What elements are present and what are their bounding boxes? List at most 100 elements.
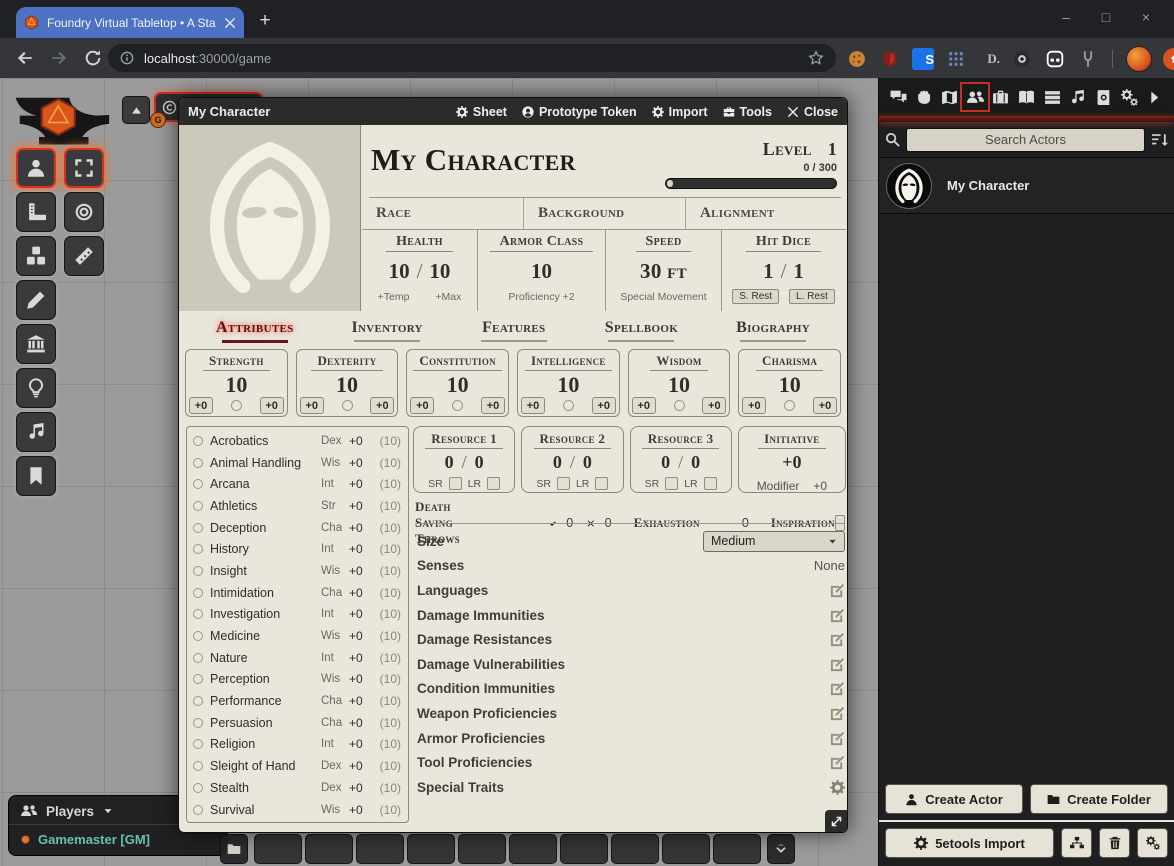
resource-label[interactable]: Resource 3: [642, 431, 720, 449]
edit-icon[interactable]: [830, 583, 845, 598]
resource-value[interactable]: 0: [553, 452, 562, 473]
bookmark-star-icon[interactable]: [808, 50, 824, 66]
browser-update-button[interactable]: [1163, 48, 1174, 70]
skill-name[interactable]: Performance: [210, 694, 321, 708]
ability-score[interactable]: 10: [186, 372, 287, 398]
actors-tab[interactable]: [963, 85, 987, 109]
skill-name[interactable]: Medicine: [210, 629, 321, 643]
short-rest-button[interactable]: S. Rest: [732, 289, 779, 304]
macro-slot[interactable]: [611, 834, 659, 864]
hit-dice-max[interactable]: 1: [793, 259, 804, 284]
skill-proficiency-radio[interactable]: [193, 696, 203, 706]
ability-score[interactable]: 10: [629, 372, 730, 398]
ability-check-mod[interactable]: +0: [481, 397, 505, 414]
create-actor-button[interactable]: Create Actor: [885, 784, 1023, 814]
skill-proficiency-radio[interactable]: [193, 631, 203, 641]
ability-proficiency-radio[interactable]: [563, 400, 574, 411]
window-header-button[interactable]: Sheet: [456, 105, 507, 119]
character-portrait[interactable]: [179, 125, 361, 311]
ability-score[interactable]: 10: [407, 372, 508, 398]
token-tool[interactable]: [16, 148, 56, 188]
skill-name[interactable]: Survival: [210, 803, 321, 817]
skill-proficiency-radio[interactable]: [193, 566, 203, 576]
skill-name[interactable]: Deception: [210, 521, 321, 535]
settings-tab[interactable]: [1117, 85, 1141, 109]
drawing-tool[interactable]: [16, 280, 56, 320]
skill-proficiency-radio[interactable]: [193, 544, 203, 554]
skill-row[interactable]: Acrobatics Dex +0 (10): [193, 430, 401, 452]
skill-row[interactable]: Insight Wis +0 (10): [193, 560, 401, 582]
edit-icon[interactable]: [830, 706, 845, 721]
ability-score[interactable]: 10: [739, 372, 840, 398]
extension-icon[interactable]: [1011, 48, 1033, 70]
speed-value[interactable]: 30 ft: [640, 259, 687, 284]
folder-tree-button[interactable]: [1061, 828, 1092, 858]
hp-current[interactable]: 10: [389, 259, 410, 284]
skill-proficiency-radio[interactable]: [193, 761, 203, 771]
skill-proficiency-radio[interactable]: [193, 783, 203, 793]
skill-proficiency-radio[interactable]: [193, 739, 203, 749]
skill-name[interactable]: Insight: [210, 564, 321, 578]
window-minimize-button[interactable]: –: [1046, 9, 1086, 25]
window-close-button[interactable]: ×: [1126, 9, 1166, 25]
tables-tab[interactable]: [1040, 85, 1064, 109]
skill-proficiency-radio[interactable]: [193, 479, 203, 489]
items-tab[interactable]: [989, 85, 1013, 109]
skill-name[interactable]: Acrobatics: [210, 434, 321, 448]
ruler-tool[interactable]: [16, 192, 56, 232]
edit-icon[interactable]: [830, 657, 845, 672]
xp-text[interactable]: 0 / 300: [665, 162, 837, 174]
sr-checkbox[interactable]: [449, 477, 462, 490]
trait-select[interactable]: Medium: [703, 531, 845, 552]
edit-icon[interactable]: [830, 681, 845, 696]
skill-proficiency-radio[interactable]: [193, 718, 203, 728]
ability-proficiency-radio[interactable]: [674, 400, 685, 411]
actor-avatar[interactable]: [886, 163, 932, 209]
actor-name[interactable]: My Character: [947, 178, 1029, 193]
sort-icon[interactable]: [1151, 131, 1168, 148]
skill-row[interactable]: Medicine Wis +0 (10): [193, 625, 401, 647]
skill-name[interactable]: History: [210, 542, 321, 556]
resource-max[interactable]: 0: [583, 452, 592, 473]
skill-row[interactable]: Religion Int +0 (10): [193, 734, 401, 756]
skill-row[interactable]: Perception Wis +0 (10): [193, 669, 401, 691]
ability-check-mod[interactable]: +0: [370, 397, 394, 414]
resource-label[interactable]: Resource 1: [425, 431, 503, 449]
browser-tab[interactable]: Foundry Virtual Tabletop • A Stan: [16, 7, 244, 38]
combat-tab[interactable]: [912, 85, 936, 109]
new-tab-button[interactable]: +: [252, 8, 278, 34]
extension-icon[interactable]: D.: [978, 48, 1000, 70]
skill-row[interactable]: Nature Int +0 (10): [193, 647, 401, 669]
create-folder-button[interactable]: Create Folder: [1030, 784, 1168, 814]
ability-save-mod[interactable]: +0: [300, 397, 324, 414]
edit-icon[interactable]: [830, 731, 845, 746]
extension-icon[interactable]: S: [912, 48, 934, 70]
ability-proficiency-radio[interactable]: [784, 400, 795, 411]
compendium-tab[interactable]: [1092, 85, 1116, 109]
dice-tool[interactable]: [16, 236, 56, 276]
scenes-tab[interactable]: [937, 85, 961, 109]
extension-icon[interactable]: [945, 48, 967, 70]
window-resize-handle[interactable]: [825, 810, 847, 832]
sr-checkbox[interactable]: [557, 477, 570, 490]
collapse-sidebar-tab[interactable]: [1143, 85, 1167, 109]
window-header-button[interactable]: Close: [787, 105, 838, 119]
nav-collapse-button[interactable]: [122, 96, 150, 124]
forward-button[interactable]: [50, 49, 68, 67]
actor-list-item[interactable]: My Character: [879, 158, 1174, 214]
sr-checkbox[interactable]: [665, 477, 678, 490]
skill-row[interactable]: Athletics Str +0 (10): [193, 495, 401, 517]
skill-name[interactable]: Stealth: [210, 781, 321, 795]
macro-slot[interactable]: [458, 834, 506, 864]
sheet-tab[interactable]: Attributes: [212, 319, 298, 343]
ability-save-mod[interactable]: +0: [742, 397, 766, 414]
ability-check-mod[interactable]: +0: [260, 397, 284, 414]
delete-button[interactable]: [1099, 828, 1130, 858]
skill-name[interactable]: Nature: [210, 651, 321, 665]
skill-row[interactable]: Sleight of Hand Dex +0 (10): [193, 755, 401, 777]
ability-check-mod[interactable]: +0: [813, 397, 837, 414]
detail-field[interactable]: Alignment: [686, 198, 847, 229]
ability-proficiency-radio[interactable]: [452, 400, 463, 411]
ability-score[interactable]: 10: [518, 372, 619, 398]
character-name-input[interactable]: My Character: [371, 137, 576, 189]
